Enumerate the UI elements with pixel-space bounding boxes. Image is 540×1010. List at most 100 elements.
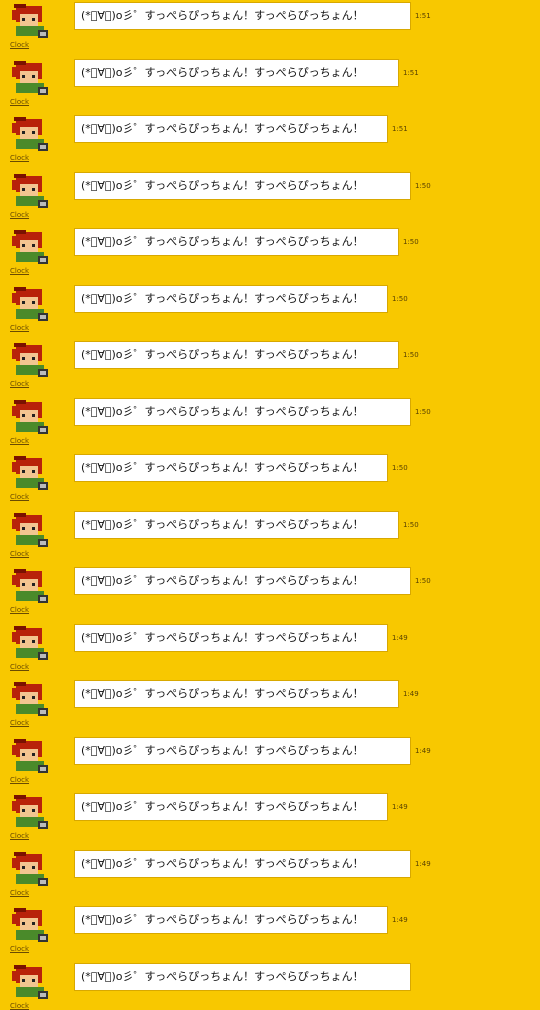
message-bubble: (*ﾟ∀ﾟ)o彡゜すっぺらぴっちょん！すっぺらぴっちょん！ (74, 2, 411, 30)
message-text: (*ﾟ∀ﾟ)o彡゜すっぺらぴっちょん！すっぺらぴっちょん！ (81, 800, 364, 813)
chat-message-row: Clock (*ﾟ∀ﾟ)o彡゜すっぺらぴっちょん！すっぺらぴっちょん！ 1:49 (0, 779, 540, 840)
avatar-image (12, 343, 48, 377)
message-text: (*ﾟ∀ﾟ)o彡゜すっぺらぴっちょん！すっぺらぴっちょん！ (81, 235, 364, 248)
avatar-image (12, 456, 48, 490)
message-text: (*ﾟ∀ﾟ)o彡゜すっぺらぴっちょん！すっぺらぴっちょん！ (81, 743, 364, 757)
message-bubble: (*ﾟ∀ﾟ)o彡゜すっぺらぴっちょん！すっぺらぴっちょん！ (74, 454, 388, 482)
message-text: (*ﾟ∀ﾟ)o彡゜すっぺらぴっちょん！すっぺらぴっちょん！ (81, 856, 364, 870)
message-text: (*ﾟ∀ﾟ)o彡゜すっぺらぴっちょん！すっぺらぴっちょん！ (81, 9, 364, 22)
message-bubble: (*ﾟ∀ﾟ)o彡゜すっぺらぴっちょん！すっぺらぴっちょん！ (74, 736, 411, 765)
chat-page: { "user": "Clock", "message": "(*ﾟ∀ﾟ)o彡゜… (0, 0, 540, 1010)
timestamp: 1:50 (415, 577, 431, 585)
timestamp: 1:51 (415, 12, 431, 20)
timestamp: 1:50 (403, 520, 419, 529)
chat-message-row: Clock (*ﾟ∀ﾟ)o彡゜すっぺらぴっちょん！すっぺらぴっちょん！ 1:50 (0, 158, 540, 219)
avatar-image (12, 399, 48, 434)
message-bubble: (*ﾟ∀ﾟ)o彡゜すっぺらぴっちょん！すっぺらぴっちょん！ (74, 680, 399, 708)
avatar[interactable]: Clock (10, 57, 54, 106)
chat-message-row: Clock (*ﾟ∀ﾟ)o彡゜すっぺらぴっちょん！すっぺらぴっちょん！ 1:51 (0, 101, 540, 162)
message-bubble: (*ﾟ∀ﾟ)o彡゜すっぺらぴっちょん！すっぺらぴっちょん！ (74, 397, 411, 426)
avatar-image (12, 795, 48, 829)
chat-message-row: Clock (*ﾟ∀ﾟ)o彡゜すっぺらぴっちょん！すっぺらぴっちょん！ 1:51 (0, 0, 540, 49)
avatar[interactable]: Clock (10, 961, 54, 1010)
avatar-image (12, 512, 48, 547)
avatar[interactable]: Clock (10, 226, 54, 275)
message-bubble: (*ﾟ∀ﾟ)o彡゜すっぺらぴっちょん！すっぺらぴっちょん！ (74, 849, 411, 878)
timestamp: 1:51 (403, 68, 419, 77)
avatar-image (12, 286, 48, 321)
timestamp: 1:49 (415, 859, 431, 868)
avatar-image (12, 682, 48, 716)
chat-message-row: Clock (*ﾟ∀ﾟ)o彡゜すっぺらぴっちょん！すっぺらぴっちょん！ 1:49 (0, 666, 540, 727)
avatar-image (12, 908, 48, 942)
avatar-image (12, 625, 48, 660)
message-text: (*ﾟ∀ﾟ)o彡゜すっぺらぴっちょん！すっぺらぴっちょん！ (81, 291, 364, 305)
message-bubble: (*ﾟ∀ﾟ)o彡゜すっぺらぴっちょん！すっぺらぴっちょん！ (74, 793, 388, 821)
avatar-image (12, 569, 48, 603)
message-bubble: (*ﾟ∀ﾟ)o彡゜すっぺらぴっちょん！すっぺらぴっちょん！ (74, 906, 388, 934)
message-text: (*ﾟ∀ﾟ)o彡゜すっぺらぴっちょん！すっぺらぴっちょん！ (81, 348, 364, 361)
chat-message-row: Clock (*ﾟ∀ﾟ)o彡゜すっぺらぴっちょん！すっぺらぴっちょん！ 1:49 (0, 836, 540, 897)
avatar[interactable]: Clock (10, 170, 54, 219)
timestamp: 1:50 (415, 407, 431, 416)
message-bubble: (*ﾟ∀ﾟ)o彡゜すっぺらぴっちょん！すっぺらぴっちょん！ (74, 284, 388, 313)
avatar[interactable]: Clock (10, 339, 54, 388)
chat-message-row: Clock (*ﾟ∀ﾟ)o彡゜すっぺらぴっちょん！すっぺらぴっちょん！ (0, 949, 540, 1010)
message-text: (*ﾟ∀ﾟ)o彡゜すっぺらぴっちょん！すっぺらぴっちょん！ (81, 630, 364, 644)
message-bubble: (*ﾟ∀ﾟ)o彡゜すっぺらぴっちょん！すっぺらぴっちょん！ (74, 228, 399, 256)
avatar-image (12, 60, 48, 95)
avatar-image (12, 851, 48, 886)
message-text: (*ﾟ∀ﾟ)o彡゜すっぺらぴっちょん！すっぺらぴっちょん！ (81, 517, 364, 531)
chat-message-row: Clock (*ﾟ∀ﾟ)o彡゜すっぺらぴっちょん！すっぺらぴっちょん！ 1:51 (0, 45, 540, 106)
avatar[interactable]: Clock (10, 678, 54, 727)
avatar-image (12, 4, 48, 38)
chat-message-row: Clock (*ﾟ∀ﾟ)o彡゜すっぺらぴっちょん！すっぺらぴっちょん！ 1:50 (0, 384, 540, 445)
avatar[interactable]: Clock (10, 848, 54, 897)
timestamp: 1:50 (403, 351, 419, 359)
chat-message-row: Clock (*ﾟ∀ﾟ)o彡゜すっぺらぴっちょん！すっぺらぴっちょん！ 1:50 (0, 440, 540, 501)
avatar[interactable]: Clock (10, 452, 54, 501)
timestamp: 1:49 (392, 803, 408, 811)
message-bubble: (*ﾟ∀ﾟ)o彡゜すっぺらぴっちょん！すっぺらぴっちょん！ (74, 171, 411, 200)
timestamp: 1:50 (403, 238, 419, 246)
avatar-image (12, 173, 48, 208)
message-text: (*ﾟ∀ﾟ)o彡゜すっぺらぴっちょん！すっぺらぴっちょん！ (81, 122, 364, 135)
timestamp: 1:50 (392, 464, 408, 472)
chat-message-row: Clock (*ﾟ∀ﾟ)o彡゜すっぺらぴっちょん！すっぺらぴっちょん！ 1:50 (0, 497, 540, 558)
avatar[interactable]: Clock (10, 113, 54, 162)
message-bubble: (*ﾟ∀ﾟ)o彡゜すっぺらぴっちょん！すっぺらぴっちょん！ (74, 567, 411, 595)
message-bubble: (*ﾟ∀ﾟ)o彡゜すっぺらぴっちょん！すっぺらぴっちょん！ (74, 962, 411, 991)
avatar[interactable]: Clock (10, 396, 54, 445)
timestamp: 1:49 (392, 633, 408, 642)
message-bubble: (*ﾟ∀ﾟ)o彡゜すっぺらぴっちょん！すっぺらぴっちょん！ (74, 623, 388, 652)
avatar[interactable]: Clock (10, 735, 54, 784)
avatar[interactable]: Clock (10, 283, 54, 332)
avatar[interactable]: Clock (10, 509, 54, 558)
message-text: (*ﾟ∀ﾟ)o彡゜すっぺらぴっちょん！すっぺらぴっちょん！ (81, 913, 364, 926)
timestamp: 1:49 (392, 916, 408, 924)
avatar[interactable]: Clock (10, 565, 54, 614)
message-text: (*ﾟ∀ﾟ)o彡゜すっぺらぴっちょん！すっぺらぴっちょん！ (81, 461, 364, 474)
chat-message-row: Clock (*ﾟ∀ﾟ)o彡゜すっぺらぴっちょん！すっぺらぴっちょん！ 1:49 (0, 610, 540, 671)
avatar[interactable]: Clock (10, 904, 54, 953)
avatar-image (12, 738, 48, 773)
chat-message-row: Clock (*ﾟ∀ﾟ)o彡゜すっぺらぴっちょん！すっぺらぴっちょん！ 1:50 (0, 553, 540, 614)
username-link[interactable]: Clock (10, 1002, 54, 1010)
message-text: (*ﾟ∀ﾟ)o彡゜すっぺらぴっちょん！すっぺらぴっちょん！ (81, 404, 364, 418)
chat-message-row: Clock (*ﾟ∀ﾟ)o彡゜すっぺらぴっちょん！すっぺらぴっちょん！ 1:50 (0, 327, 540, 388)
avatar[interactable]: Clock (10, 791, 54, 840)
avatar[interactable]: Clock (10, 622, 54, 671)
avatar[interactable]: Clock (10, 0, 54, 49)
message-bubble: (*ﾟ∀ﾟ)o彡゜すっぺらぴっちょん！すっぺらぴっちょん！ (74, 115, 388, 143)
timestamp: 1:49 (403, 690, 419, 698)
timestamp: 1:50 (392, 294, 408, 303)
message-text: (*ﾟ∀ﾟ)o彡゜すっぺらぴっちょん！すっぺらぴっちょん！ (81, 65, 364, 79)
message-bubble: (*ﾟ∀ﾟ)o彡゜すっぺらぴっちょん！すっぺらぴっちょん！ (74, 510, 399, 539)
timestamp: 1:50 (415, 181, 431, 190)
message-text: (*ﾟ∀ﾟ)o彡゜すっぺらぴっちょん！すっぺらぴっちょん！ (81, 574, 364, 587)
message-bubble: (*ﾟ∀ﾟ)o彡゜すっぺらぴっちょん！すっぺらぴっちょん！ (74, 341, 399, 369)
message-text: (*ﾟ∀ﾟ)o彡゜すっぺらぴっちょん！すっぺらぴっちょん！ (81, 178, 364, 192)
chat-feed[interactable]: Clock (*ﾟ∀ﾟ)o彡゜すっぺらぴっちょん！すっぺらぴっちょん！ 1:51 Cl… (0, 0, 540, 1010)
timestamp: 1:49 (415, 746, 431, 755)
chat-message-row: Clock (*ﾟ∀ﾟ)o彡゜すっぺらぴっちょん！すっぺらぴっちょん！ 1:49 (0, 892, 540, 953)
